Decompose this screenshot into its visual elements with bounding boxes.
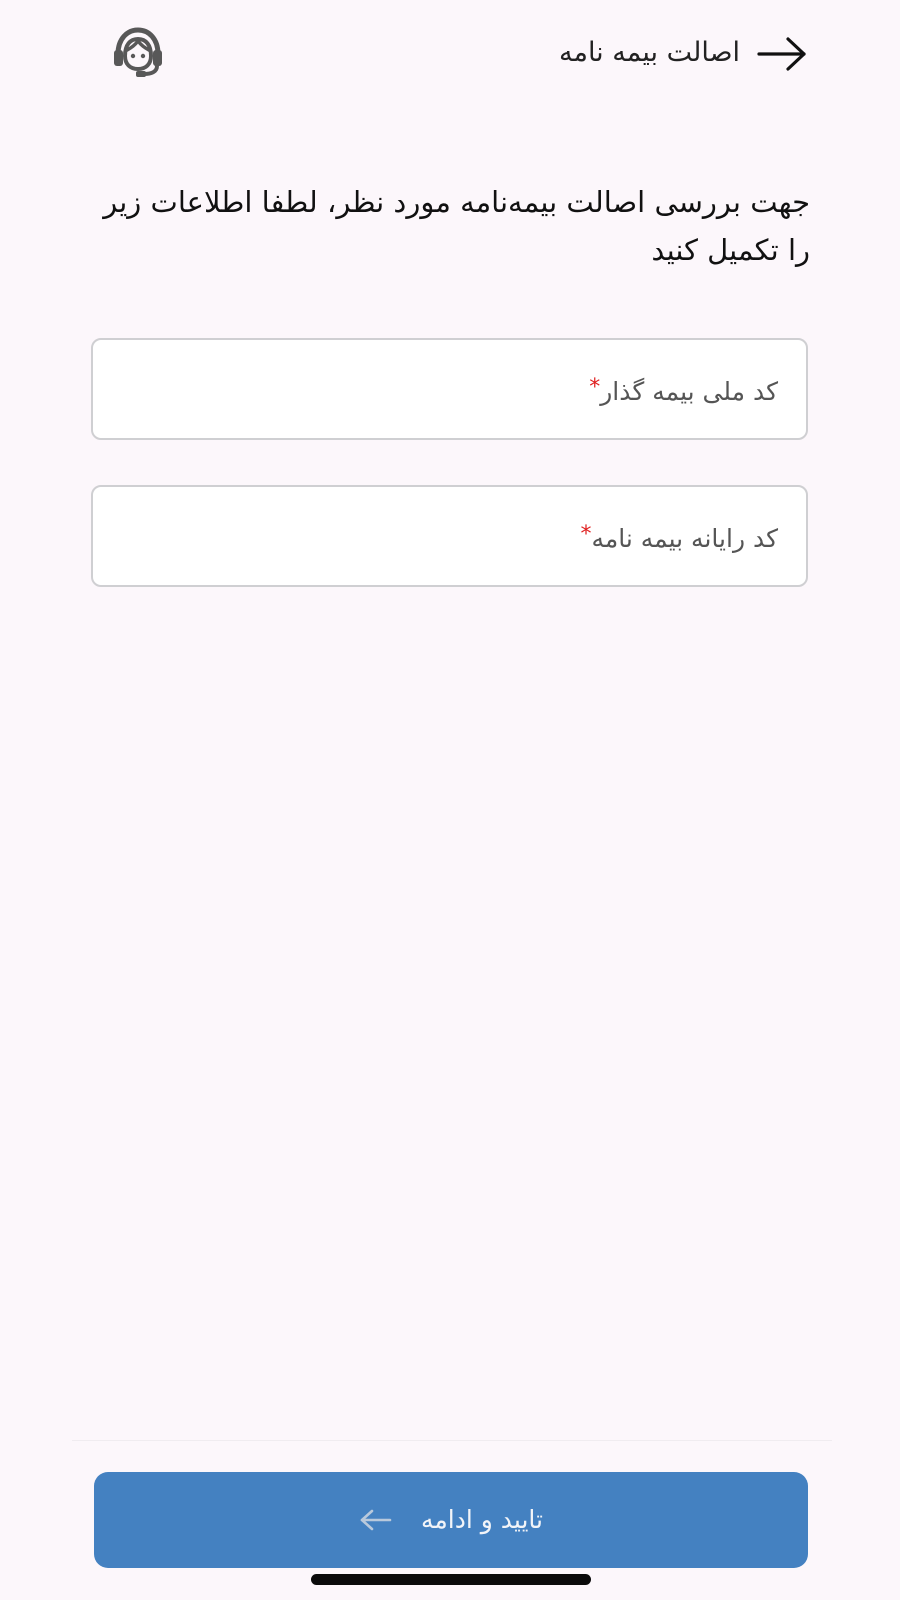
continue-button-label: تایید و ادامه: [421, 1505, 543, 1534]
policy-code-label: کد رایانه بیمه نامه*: [580, 515, 778, 559]
policy-code-field[interactable]: کد رایانه بیمه نامه*: [91, 485, 808, 587]
arrow-left-icon: [359, 1508, 393, 1532]
policy-code-label-text: کد رایانه بیمه نامه: [591, 524, 778, 553]
required-mark: *: [589, 375, 601, 400]
headset-support-icon: [114, 27, 162, 77]
back-button[interactable]: [754, 30, 810, 78]
national-code-label: کد ملی بیمه گذار*: [589, 368, 778, 412]
app-header: اصالت بیمه نامه: [0, 0, 900, 110]
footer-divider: [72, 1440, 832, 1441]
arrow-right-icon: [757, 37, 806, 71]
page-title: اصالت بیمه نامه: [559, 37, 740, 68]
instruction-text: جهت بررسی اصالت بیمه‌نامه مورد نظر، لطفا…: [103, 185, 810, 267]
national-code-field[interactable]: کد ملی بیمه گذار*: [91, 338, 808, 440]
home-indicator: [311, 1574, 591, 1585]
support-button[interactable]: [108, 24, 168, 80]
screen: اصالت بیمه نامه جهت بررسی اصالت بیمه‌نام…: [0, 0, 900, 1600]
national-code-label-text: کد ملی بیمه گذار: [600, 377, 778, 406]
confirm-continue-button[interactable]: تایید و ادامه: [94, 1472, 808, 1568]
required-mark: *: [580, 522, 592, 547]
